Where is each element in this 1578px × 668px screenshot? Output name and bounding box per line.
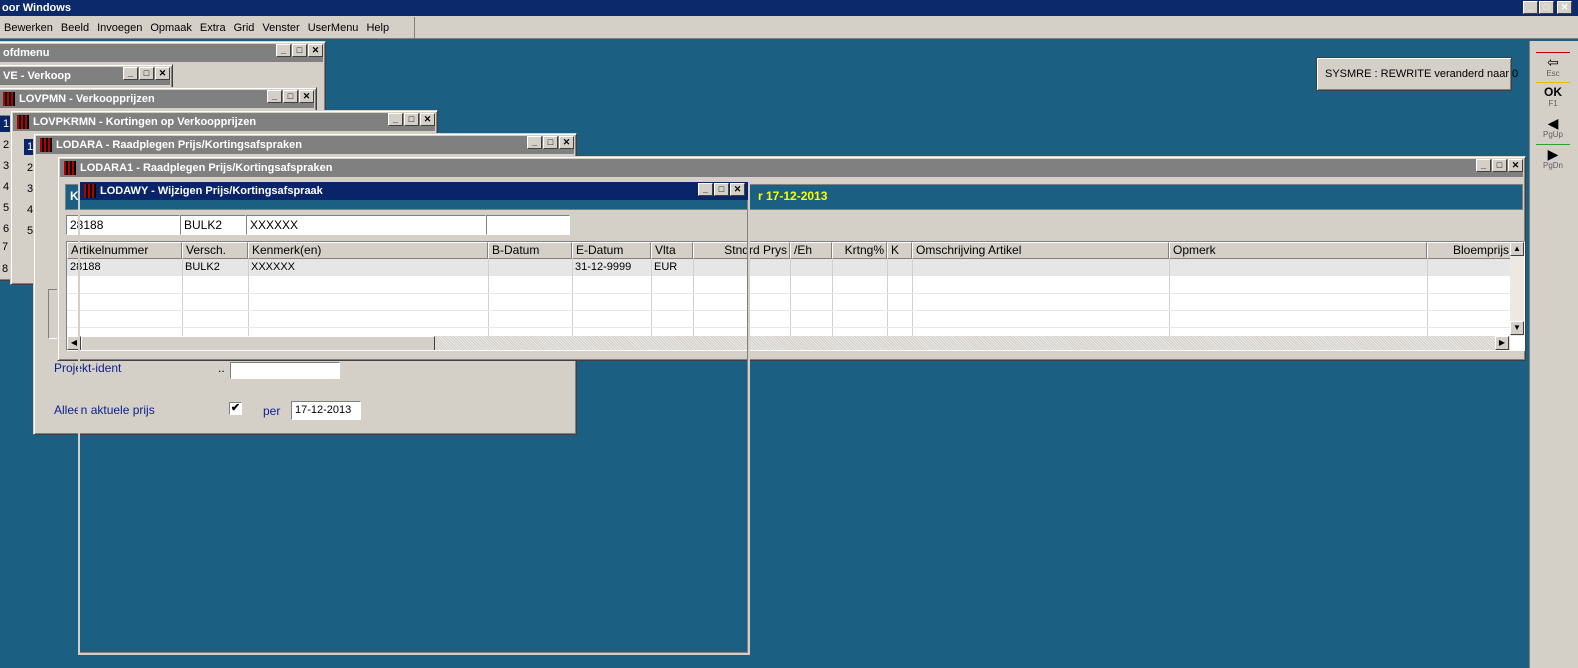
hoofdmenu-restore-button[interactable]: □ [292, 44, 307, 57]
app-window-icon [17, 115, 29, 130]
page-down-icon: ▶ [1547, 146, 1559, 162]
lodara1-title: LODARA1 - Raadplegen Prijs/Kortingsafspr… [80, 162, 333, 174]
hoofdmenu-minimize-button[interactable]: _ [276, 44, 291, 57]
col-opmerk[interactable]: Opmerk [1169, 242, 1427, 259]
page-up-icon: ◀ [1547, 115, 1559, 131]
app-window-icon [40, 138, 52, 153]
lodawy-titlebar[interactable]: LODAWY - Wijzigen Prijs/Kortingsafspraak [80, 182, 748, 200]
lovpkrmn-restore-button[interactable]: □ [404, 113, 419, 126]
lovpmn-restore-button[interactable]: □ [283, 90, 298, 103]
banner-date-label: r 17-12-2013 [758, 189, 828, 203]
app-window-icon [64, 161, 76, 176]
lovpkrmn-title: LOVPKRMN - Kortingen op Verkoopprijzen [33, 116, 257, 128]
lodawy-minimize-button[interactable]: _ [698, 183, 713, 196]
app-titlebar: oor Windows _ □ ✕ [0, 0, 1578, 16]
col-omschrijving[interactable]: Omschrijving Artikel [912, 242, 1169, 259]
lodara-titlebar[interactable]: LODARA - Raadplegen Prijs/Kortingsafspra… [36, 136, 574, 154]
app-minimize-button[interactable]: _ [1523, 1, 1538, 14]
col-eh[interactable]: /Eh [790, 242, 832, 259]
lodara1-restore-button[interactable]: □ [1492, 159, 1507, 172]
lodara-minimize-button[interactable]: _ [527, 136, 542, 149]
lovpmn-close-button[interactable]: ✕ [299, 90, 314, 103]
lodara1-titlebar[interactable]: LODARA1 - Raadplegen Prijs/Kortingsafspr… [60, 159, 1523, 177]
page-down-label: PgDn [1542, 161, 1563, 170]
hoofdmenu-title: ofdmenu [3, 47, 50, 59]
lodawy-restore-button[interactable]: □ [714, 183, 729, 196]
app-close-button[interactable]: ✕ [1557, 1, 1572, 14]
esc-icon: ⇦ [1547, 54, 1559, 70]
page-up-button[interactable]: ◀ PgUp [1538, 116, 1568, 139]
ok-label: F1 [1548, 99, 1558, 108]
function-key-sidebar: ⇦ Esc OK F1 ◀ PgUp ▶ PgDn [1529, 41, 1578, 668]
menu-invoegen[interactable]: Invoegen [97, 22, 142, 34]
scroll-up-icon[interactable]: ▲ [1510, 242, 1524, 256]
col-krtng[interactable]: Krtng% [832, 242, 887, 259]
lodara-title: LODARA - Raadplegen Prijs/Kortingsafspra… [56, 139, 302, 151]
verkoop-close-button[interactable]: ✕ [155, 67, 170, 80]
col-bloemprijs[interactable]: Bloemprijs [1427, 242, 1512, 259]
lodara1-minimize-button[interactable]: _ [1476, 159, 1491, 172]
app-window-icon [3, 92, 15, 107]
verkoop-minimize-button[interactable]: _ [123, 67, 138, 80]
menu-bar: Bewerken Beeld Invoegen Opmaak Extra Gri… [0, 16, 1578, 39]
hoofdmenu-close-button[interactable]: ✕ [308, 44, 323, 57]
menu-extra[interactable]: Extra [200, 22, 226, 34]
lodara-close-button[interactable]: ✕ [559, 136, 574, 149]
window-lodawy: LODAWY - Wijzigen Prijs/Kortingsafspraak… [78, 180, 750, 655]
page-up-label: PgUp [1542, 130, 1563, 139]
notification-box: SYSMRE : REWRITE veranderd naar 0 [1316, 57, 1518, 91]
menu-opmaak[interactable]: Opmaak [150, 22, 192, 34]
ok-icon: OK [1544, 85, 1562, 99]
lovpkrmn-close-button[interactable]: ✕ [420, 113, 435, 126]
app-restore-button[interactable]: □ [1539, 1, 1554, 14]
menu-beeld[interactable]: Beeld [61, 22, 89, 34]
menu-venster[interactable]: Venster [262, 22, 299, 34]
lovpkrmn-minimize-button[interactable]: _ [388, 113, 403, 126]
lodara-restore-button[interactable]: □ [543, 136, 558, 149]
verkoop-title: VE - Verkoop [3, 70, 71, 82]
esc-button[interactable]: ⇦ Esc [1538, 55, 1568, 78]
page-down-button[interactable]: ▶ PgDn [1538, 147, 1568, 170]
scroll-down-icon[interactable]: ▼ [1510, 321, 1524, 335]
lodawy-close-button[interactable]: ✕ [730, 183, 745, 196]
menu-usermenu[interactable]: UserMenu [308, 22, 359, 34]
col-k[interactable]: K [887, 242, 912, 259]
lodawy-title: LODAWY - Wijzigen Prijs/Kortingsafspraak [100, 185, 323, 197]
verkoop-restore-button[interactable]: □ [139, 67, 154, 80]
vertical-scrollbar[interactable]: ▲ ▼ [1510, 242, 1524, 336]
menu-bewerken[interactable]: Bewerken [4, 22, 53, 34]
app-title: oor Windows [2, 2, 71, 14]
lovpmn-minimize-button[interactable]: _ [267, 90, 282, 103]
lovpmn-title: LOVPMN - Verkoopprijzen [19, 93, 155, 105]
lovpkrmn-titlebar[interactable]: LOVPKRMN - Kortingen op Verkoopprijzen [13, 113, 435, 131]
lodara1-close-button[interactable]: ✕ [1508, 159, 1523, 172]
menu-grid[interactable]: Grid [234, 22, 255, 34]
hoofdmenu-titlebar[interactable]: ofdmenu [0, 44, 323, 62]
ok-button[interactable]: OK F1 [1538, 85, 1568, 108]
menu-help[interactable]: Help [366, 22, 389, 34]
scroll-right-icon[interactable]: ▶ [1495, 336, 1509, 350]
esc-label: Esc [1546, 69, 1560, 78]
app-window-icon [84, 184, 96, 199]
